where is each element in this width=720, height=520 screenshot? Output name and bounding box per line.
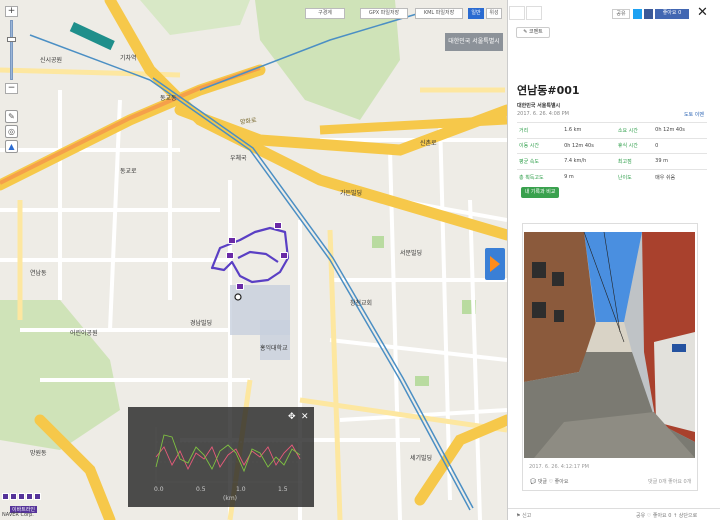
track-date: 2017. 6. 26. 4:08 PM xyxy=(517,111,569,117)
mini-tool-icon[interactable] xyxy=(18,493,25,500)
like-button[interactable]: 좋아요 0 xyxy=(655,9,689,19)
stat-key: 이동 시간 xyxy=(517,137,563,154)
map-label: 망원동 xyxy=(30,450,47,457)
mini-tool-icon[interactable] xyxy=(2,493,9,500)
map-label: 신촌로 xyxy=(420,140,437,147)
mini-tool-icon[interactable] xyxy=(26,493,33,500)
stat-key: 휴식 시간 xyxy=(615,137,654,154)
twitter-icon[interactable] xyxy=(633,9,642,19)
map-label: 우체국 xyxy=(230,155,247,162)
x-unit: (km) xyxy=(223,495,237,502)
map-label: 동교동 xyxy=(160,95,177,102)
stat-key: 총 획득고도 xyxy=(517,168,563,185)
map-label: 서문빌딩 xyxy=(400,250,423,257)
mini-tool-icon[interactable] xyxy=(10,493,17,500)
stats-row: 거리 1.6 km 소요 시간 0h 12m 40s xyxy=(517,122,707,138)
move-icon[interactable]: ✥ xyxy=(288,412,296,422)
stat-key: 최고점 xyxy=(615,153,654,169)
panel-tab[interactable] xyxy=(526,6,542,20)
map-label: 세기빌딩 xyxy=(410,455,433,462)
map-toggle-gpx[interactable]: GPX 파일저장 xyxy=(360,8,408,19)
track-title: 연남동#001 xyxy=(517,84,580,97)
map-type-satellite[interactable]: 위성 xyxy=(486,8,502,19)
photo-marker[interactable] xyxy=(226,252,234,259)
stat-value: 7.4 km/h xyxy=(562,153,616,169)
close-chart-icon[interactable]: ✕ xyxy=(301,412,309,422)
map-label: 동교로 xyxy=(120,168,137,175)
photo-marker[interactable] xyxy=(228,237,236,244)
track-stats-table: 거리 1.6 km 소요 시간 0h 12m 40s 이동 시간 0h 12m … xyxy=(517,122,707,185)
stats-row: 이동 시간 0h 12m 40s 휴식 시간 0 xyxy=(517,137,707,154)
panel-footer: ⚑ 신고 공유 ♡ 좋아요 0 ↑ 상단으로 xyxy=(508,508,720,520)
elevation-icon[interactable]: ▲ xyxy=(5,140,18,153)
panel-tabs xyxy=(509,6,543,20)
x-tick: 1.0 xyxy=(236,486,246,493)
stat-key: 소요 시간 xyxy=(615,122,654,138)
x-tick: 1.5 xyxy=(278,486,288,493)
x-tick: 0.0 xyxy=(154,486,164,493)
measure-tool-icon[interactable]: ✎ xyxy=(5,110,18,123)
stat-value: 39 m xyxy=(653,153,707,169)
stat-value: 매우 쉬움 xyxy=(653,168,707,185)
map-mini-toolbar xyxy=(2,493,41,500)
zoom-control: + − xyxy=(5,6,18,106)
comment-button[interactable]: ✎ 코멘트 xyxy=(516,27,550,38)
map-label: 연남동 xyxy=(30,270,47,277)
zoom-slider-thumb[interactable] xyxy=(7,37,16,42)
stats-row: 평균 속도 7.4 km/h 최고점 39 m xyxy=(517,153,707,169)
stat-value: 0 xyxy=(653,137,707,154)
mini-tool-icon[interactable] xyxy=(34,493,41,500)
stat-key: 평균 속도 xyxy=(517,153,563,169)
photo-timestamp: 2017. 6. 26. 4:12:17 PM xyxy=(529,464,589,470)
photo-actions[interactable]: 💬 댓글 ♡ 좋아요 xyxy=(530,478,568,485)
alley-photo[interactable] xyxy=(524,232,695,458)
photo-marker[interactable] xyxy=(236,283,244,290)
track-location: 대한민국 서울특별시 xyxy=(517,103,561,109)
elevation-plot: 0.0 0.5 1.0 1.5 (km) xyxy=(154,427,303,502)
view-route-link[interactable]: 도토 이벤 xyxy=(684,111,704,118)
map-label: 어린이공원 xyxy=(70,330,98,337)
share-button[interactable]: 공유 xyxy=(612,9,630,19)
map-label: 신시공원 xyxy=(40,57,63,64)
photo-counts: 댓글 0개 좋아요 0개 xyxy=(648,479,692,485)
map-canvas[interactable]: 신시공원 기차역 동교동 동교로 우체국 연남동 어린이공원 경남빌딩 홍익대학… xyxy=(0,0,507,520)
compare-record-button[interactable]: 내 기록과 비교 xyxy=(521,187,559,198)
stat-key: 난이도 xyxy=(615,168,654,185)
location-button[interactable]: 대한민국 서울특별시 xyxy=(445,33,503,51)
map-label: 홍익대학교 xyxy=(260,345,288,352)
report-link[interactable]: ⚑ 신고 xyxy=(516,512,531,519)
map-type-normal[interactable]: 일반 xyxy=(468,8,484,19)
facebook-icon[interactable] xyxy=(644,9,653,19)
stat-value: 0h 12m 40s xyxy=(562,137,616,154)
stat-value: 1.6 km xyxy=(562,122,616,138)
panel-tab[interactable] xyxy=(509,6,525,20)
footer-actions[interactable]: 공유 ♡ 좋아요 0 ↑ 상단으로 xyxy=(636,512,697,519)
map-label: 기차역 xyxy=(120,55,137,62)
photo-marker[interactable] xyxy=(274,222,282,229)
photo-marker[interactable] xyxy=(280,252,288,259)
map-label: 가든빌딩 xyxy=(340,190,363,197)
stats-row: 총 획득고도 9 m 난이도 매우 쉬움 xyxy=(517,168,707,185)
zoom-in-button[interactable]: + xyxy=(5,6,18,17)
x-tick: 0.5 xyxy=(196,486,206,493)
map-toggle-kml[interactable]: KML 파일저장 xyxy=(415,8,463,19)
elevation-chart: ✥ ✕ 0.0 0.5 1.0 1.5 (km) xyxy=(128,407,314,507)
map-label: 경남빌딩 xyxy=(190,320,213,327)
stat-value: 9 m xyxy=(562,168,616,185)
map-attribution: NAVER Corp. xyxy=(2,512,34,518)
close-panel-button[interactable]: ✕ xyxy=(697,6,708,19)
map-label: 창천교회 xyxy=(350,300,373,307)
map-toggle-boundary[interactable]: 구경계 xyxy=(305,8,345,19)
zoom-out-button[interactable]: − xyxy=(5,83,18,94)
panel-toggle-arrow-icon[interactable] xyxy=(485,248,505,280)
camera-icon[interactable]: ◎ xyxy=(5,125,18,138)
zoom-slider[interactable] xyxy=(7,20,16,80)
stat-key: 거리 xyxy=(517,122,563,138)
stat-value: 0h 12m 40s xyxy=(653,122,707,138)
